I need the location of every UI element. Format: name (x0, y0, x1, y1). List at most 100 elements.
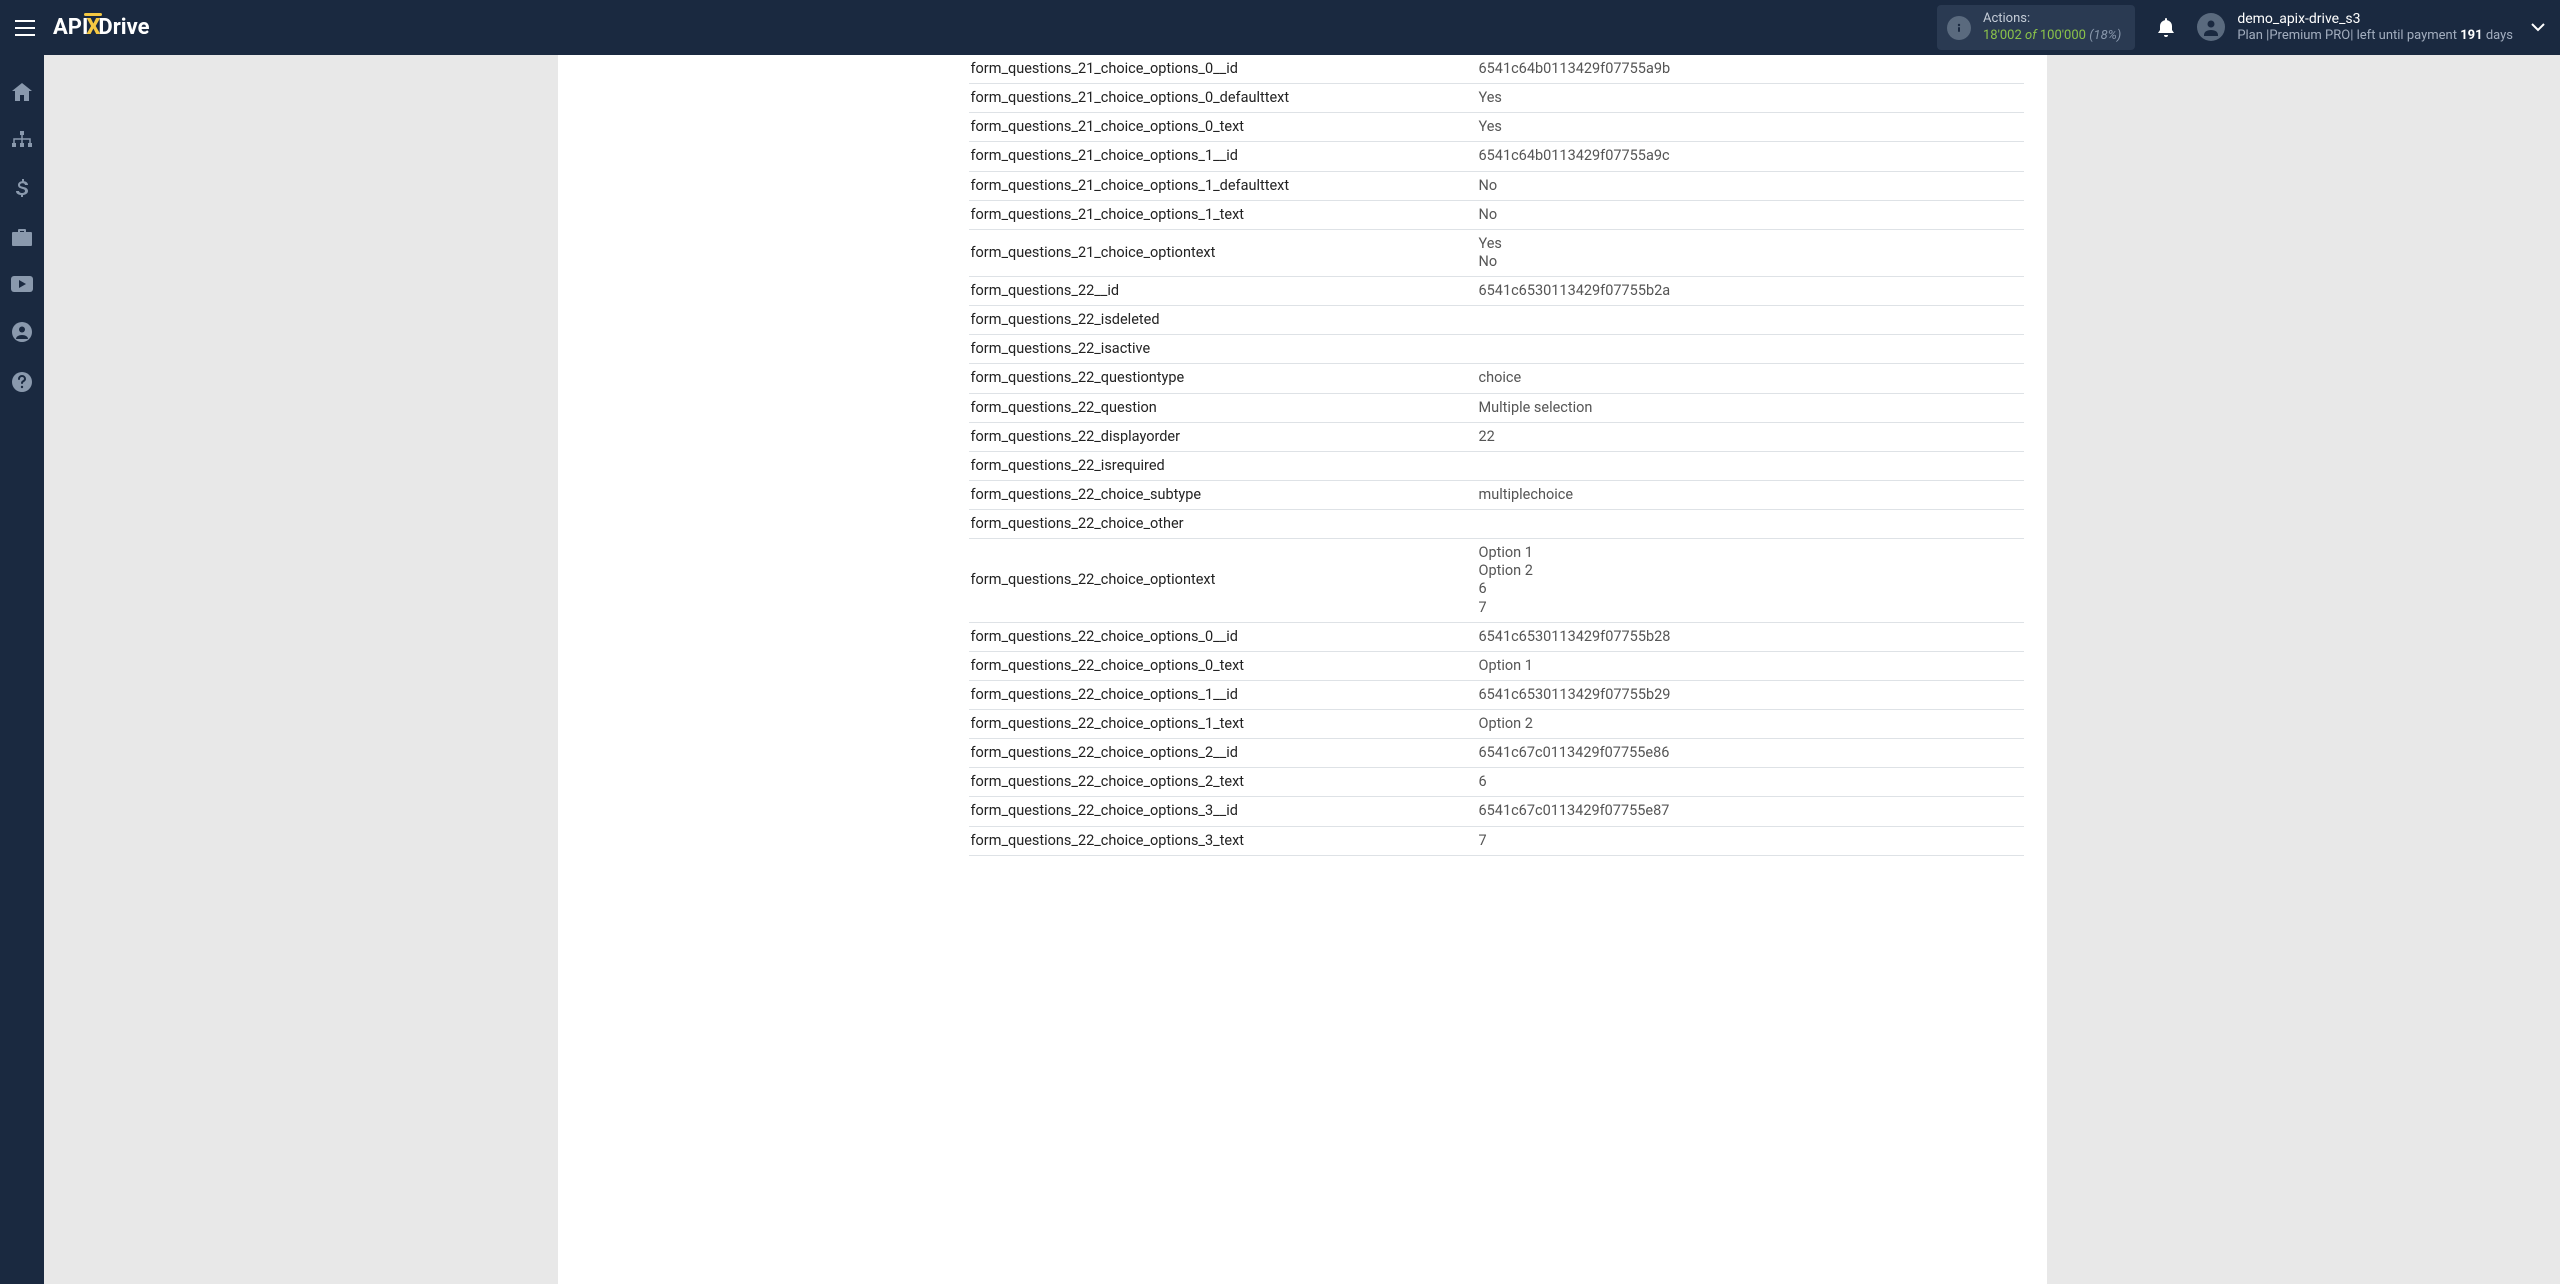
actions-total: 100'000 (2040, 28, 2086, 43)
row-key: form_questions_22_displayorder (969, 422, 1477, 451)
row-key: form_questions_21_choice_optiontext (969, 229, 1477, 276)
table-row: form_questions_21_choice_options_1__id65… (969, 142, 2024, 171)
content-panel: form_questions_21_choice_options_0__id65… (558, 55, 2047, 1284)
row-key: form_questions_22_choice_options_2__id (969, 739, 1477, 768)
key-value-tbody: form_questions_21_choice_options_0__id65… (969, 55, 2024, 855)
row-value: choice (1477, 364, 2024, 393)
row-key: form_questions_22_choice_options_1_text (969, 710, 1477, 739)
actions-label: Actions: (1983, 11, 2121, 28)
row-value: 6541c6530113429f07755b28 (1477, 622, 2024, 651)
row-value (1477, 335, 2024, 364)
row-key: form_questions_22_choice_subtype (969, 480, 1477, 509)
top-header: APIXDrive Actions: 18'002 of 100'000 (18… (0, 0, 2560, 55)
table-row: form_questions_21_choice_options_0_textY… (969, 113, 2024, 142)
user-name: demo_apix-drive_s3 (2237, 10, 2513, 28)
chevron-down-icon[interactable] (2531, 23, 2545, 32)
row-key: form_questions_22_choice_other (969, 510, 1477, 539)
brand-logo[interactable]: APIXDrive (53, 15, 149, 40)
row-key: form_questions_21_choice_options_0_text (969, 113, 1477, 142)
sidebar-profile-icon[interactable] (0, 318, 44, 346)
info-icon (1947, 16, 1971, 40)
row-key: form_questions_21_choice_options_1__id (969, 142, 1477, 171)
row-key: form_questions_21_choice_options_1_text (969, 200, 1477, 229)
table-row: form_questions_22_isdeleted (969, 306, 2024, 335)
user-plan: Plan |Premium PRO| left until payment 19… (2237, 28, 2513, 45)
row-value: 6541c67c0113429f07755e86 (1477, 739, 2024, 768)
row-value: 6541c67c0113429f07755e87 (1477, 797, 2024, 826)
row-key: form_questions_21_choice_options_0_defau… (969, 84, 1477, 113)
row-value: 7 (1477, 826, 2024, 855)
table-row: form_questions_22_choice_options_1__id65… (969, 680, 2024, 709)
table-row: form_questions_22_choice_subtypemultiple… (969, 480, 2024, 509)
row-value: Yes (1477, 84, 2024, 113)
user-account-block[interactable]: demo_apix-drive_s3 Plan |Premium PRO| le… (2197, 10, 2513, 45)
logo-text-drive: Drive (98, 15, 149, 40)
table-row: form_questions_22_choice_options_2_text6 (969, 768, 2024, 797)
row-value (1477, 510, 2024, 539)
actions-usage-box[interactable]: Actions: 18'002 of 100'000 (18%) (1937, 5, 2135, 51)
sidebar-connections-icon[interactable] (0, 127, 44, 153)
row-value: 22 (1477, 422, 2024, 451)
table-row: form_questions_22_choice_options_1_textO… (969, 710, 2024, 739)
table-row: form_questions_21_choice_options_1_textN… (969, 200, 2024, 229)
row-key: form_questions_22_choice_options_0_text (969, 651, 1477, 680)
sidebar-briefcase-icon[interactable] (0, 225, 44, 250)
table-row: form_questions_22_choice_options_0__id65… (969, 622, 2024, 651)
content-area: form_questions_21_choice_options_0__id65… (44, 55, 2560, 1284)
row-value: Option 1 (1477, 651, 2024, 680)
actions-percent: (18%) (2089, 28, 2121, 43)
row-key: form_questions_22_isdeleted (969, 306, 1477, 335)
row-key: form_questions_21_choice_options_1_defau… (969, 171, 1477, 200)
row-value: 6 (1477, 768, 2024, 797)
row-key: form_questions_22_choice_options_3__id (969, 797, 1477, 826)
row-key: form_questions_21_choice_options_0__id (969, 55, 1477, 84)
row-key: form_questions_22_questiontype (969, 364, 1477, 393)
notifications-bell-icon[interactable] (2157, 18, 2175, 38)
row-key: form_questions_22_choice_options_2_text (969, 768, 1477, 797)
table-row: form_questions_22_choice_options_0_textO… (969, 651, 2024, 680)
row-key: form_questions_22_choice_optiontext (969, 539, 1477, 623)
row-key: form_questions_22_choice_options_1__id (969, 680, 1477, 709)
sidebar-youtube-icon[interactable] (0, 272, 44, 296)
table-row: form_questions_22_isrequired (969, 451, 2024, 480)
table-row: form_questions_22__id6541c6530113429f077… (969, 277, 2024, 306)
hamburger-menu-icon[interactable] (15, 20, 35, 36)
table-row: form_questions_21_choice_options_0_defau… (969, 84, 2024, 113)
table-row: form_questions_22_displayorder22 (969, 422, 2024, 451)
row-value: Option 2 (1477, 710, 2024, 739)
row-value: Multiple selection (1477, 393, 2024, 422)
row-value: Yes (1477, 113, 2024, 142)
row-key: form_questions_22__id (969, 277, 1477, 306)
sidebar-home-icon[interactable] (0, 79, 44, 105)
row-value (1477, 451, 2024, 480)
user-info-text: demo_apix-drive_s3 Plan |Premium PRO| le… (2237, 10, 2513, 45)
row-value: 6541c64b0113429f07755a9b (1477, 55, 2024, 84)
row-value: No (1477, 200, 2024, 229)
actions-counts: 18'002 of 100'000 (18%) (1983, 28, 2121, 45)
table-row: form_questions_22_choice_options_2__id65… (969, 739, 2024, 768)
table-row: form_questions_21_choice_optiontextYes N… (969, 229, 2024, 276)
row-value: multiplechoice (1477, 480, 2024, 509)
row-key: form_questions_22_choice_options_3_text (969, 826, 1477, 855)
row-value: 6541c64b0113429f07755a9c (1477, 142, 2024, 171)
row-value: Yes No (1477, 229, 2024, 276)
avatar-icon (2197, 13, 2225, 41)
table-row: form_questions_22_questionMultiple selec… (969, 393, 2024, 422)
actions-used: 18'002 (1983, 28, 2022, 43)
table-row: form_questions_22_choice_other (969, 510, 2024, 539)
row-key: form_questions_22_choice_options_0__id (969, 622, 1477, 651)
row-key: form_questions_22_isactive (969, 335, 1477, 364)
logo-text-api: API (53, 15, 88, 40)
table-row: form_questions_22_isactive (969, 335, 2024, 364)
sidebar-billing-icon[interactable] (0, 175, 44, 203)
row-value: 6541c6530113429f07755b29 (1477, 680, 2024, 709)
row-key: form_questions_22_question (969, 393, 1477, 422)
row-key: form_questions_22_isrequired (969, 451, 1477, 480)
table-row: form_questions_21_choice_options_1_defau… (969, 171, 2024, 200)
table-row: form_questions_21_choice_options_0__id65… (969, 55, 2024, 84)
row-value: Option 1 Option 2 6 7 (1477, 539, 2024, 623)
row-value (1477, 306, 2024, 335)
row-value: No (1477, 171, 2024, 200)
key-value-table: form_questions_21_choice_options_0__id65… (969, 55, 2024, 856)
sidebar-help-icon[interactable] (0, 368, 44, 396)
